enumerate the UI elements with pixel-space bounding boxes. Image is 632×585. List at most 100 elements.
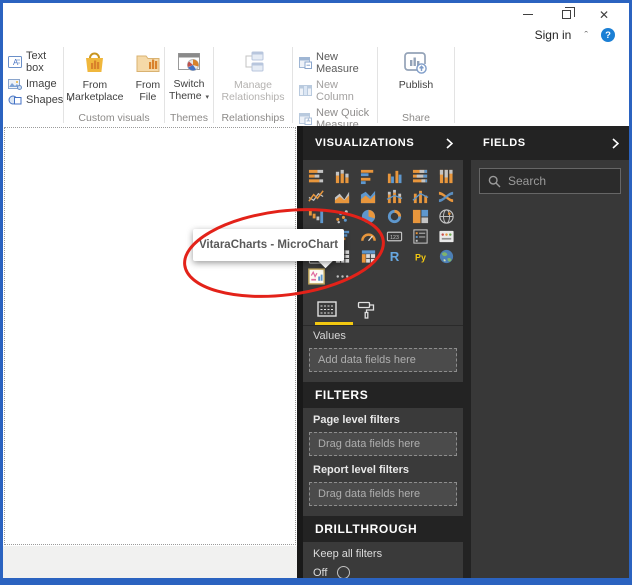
viz-kpi-icon[interactable] (438, 226, 464, 246)
viz-arcgis-map-icon[interactable] (438, 246, 464, 266)
marketplace-icon (81, 50, 109, 76)
filters-section-header: FILTERS (303, 382, 463, 408)
search-icon (488, 175, 501, 188)
viz-area-icon[interactable] (334, 186, 360, 206)
viz-more-options-icon[interactable] (334, 266, 360, 286)
close-button[interactable]: ✕ (597, 8, 611, 22)
new-quick-measure-icon (299, 113, 312, 125)
publish-label: Publish (398, 79, 434, 91)
pane-tabs (303, 296, 463, 323)
new-measure-button[interactable]: New Measure (299, 51, 377, 75)
report-level-filters-label: Report level filters (313, 464, 409, 476)
close-icon: ✕ (598, 7, 610, 22)
themes-group-label: Themes (170, 112, 208, 124)
text-box-button[interactable]: A Text box (8, 50, 63, 74)
values-label: Values (313, 330, 346, 342)
window-border (0, 578, 632, 585)
image-icon (8, 78, 22, 90)
collapse-pane-icon[interactable] (446, 137, 453, 149)
viz-map-icon[interactable] (438, 206, 464, 226)
manage-relationships-label: Manage Relationships (221, 79, 285, 104)
page-level-filters-label: Page level filters (313, 414, 400, 426)
fields-pane: FIELDS (471, 126, 632, 578)
from-marketplace-button[interactable]: From Marketplace (64, 44, 126, 104)
title-bar: ✕ (3, 3, 629, 26)
pane-divider[interactable] (463, 126, 471, 578)
minimize-icon (523, 14, 533, 15)
viz-slicer-icon[interactable] (412, 226, 438, 246)
toggle-state-label: Off (313, 566, 328, 579)
viz-waterfall-icon[interactable] (308, 206, 334, 226)
viz-python-icon[interactable]: Py (412, 246, 438, 266)
values-field-well[interactable]: Add data fields here (309, 348, 457, 372)
image-button[interactable]: Image (8, 78, 57, 90)
viz-stacked-column-icon[interactable] (334, 166, 360, 186)
help-icon[interactable]: ? (601, 28, 615, 42)
fields-title: FIELDS (483, 137, 526, 149)
page-filters-well[interactable]: Drag data fields here (309, 432, 457, 456)
new-measure-icon (299, 57, 312, 69)
window-border (0, 0, 3, 585)
ribbon-group-relationships: Manage Relationships Relationships (214, 44, 292, 126)
fields-search-box (479, 168, 632, 194)
dropdown-caret-icon: ▾ (205, 94, 210, 102)
textbox-icon: A (8, 56, 22, 68)
relationships-group-label: Relationships (221, 112, 285, 124)
collapse-ribbon-icon[interactable]: ˆ (584, 30, 588, 42)
from-file-button[interactable]: From File (132, 44, 164, 104)
viz-matrix-icon[interactable] (360, 246, 386, 266)
restore-icon (561, 7, 575, 19)
viz-line-stacked-column-icon[interactable] (386, 186, 412, 206)
shapes-label: Shapes (26, 94, 64, 106)
switch-theme-icon (176, 50, 202, 75)
text-box-label: Text box (26, 50, 47, 74)
viz-donut-icon[interactable] (386, 206, 412, 226)
viz-pie-icon[interactable] (360, 206, 386, 226)
publish-icon (402, 50, 429, 76)
ribbon-group-custom-visuals: From Marketplace From File Custom visual… (64, 44, 164, 126)
viz-ribbon-icon[interactable] (438, 186, 464, 206)
sign-in-button[interactable]: Sign in (535, 28, 572, 42)
viz-scatter-icon[interactable] (334, 206, 360, 226)
collapse-pane-icon[interactable] (612, 137, 619, 149)
custom-visuals-group-label: Custom visuals (78, 112, 150, 124)
report-filters-well[interactable]: Drag data fields here (309, 482, 457, 506)
ribbon-group-calculations: New Measure New Column New Quick Measure… (293, 44, 377, 144)
ribbon: A Text box Image Shapes ▾ From Marketpla… (3, 44, 629, 144)
viz-stacked-bar-icon[interactable] (308, 166, 334, 186)
search-input[interactable] (508, 174, 632, 188)
ribbon-separator (454, 47, 455, 123)
viz-card-icon[interactable]: 123 (386, 226, 412, 246)
viz-vitara-microchart-icon[interactable] (308, 266, 334, 286)
tab-fields[interactable] (317, 301, 339, 318)
viz-bar-100-icon[interactable] (412, 166, 438, 186)
viz-column-100-icon[interactable] (438, 166, 464, 186)
keep-all-filters-label: Keep all filters (313, 548, 383, 560)
viz-gauge-icon[interactable] (360, 226, 386, 246)
tab-format[interactable] (357, 301, 377, 319)
manage-relationships-button[interactable]: Manage Relationships (214, 44, 292, 104)
new-column-button[interactable]: New Column (299, 79, 377, 103)
report-canvas[interactable] (4, 127, 296, 545)
svg-text:R: R (390, 249, 400, 264)
from-file-label: From File (135, 79, 161, 104)
restore-button[interactable] (559, 7, 575, 22)
powerbi-window: ✕ Sign in ˆ ? A Text box Image Shapes ▾ (0, 0, 632, 585)
switch-theme-label: Switch Theme (168, 78, 205, 103)
viz-clustered-bar-icon[interactable] (360, 166, 386, 186)
divider (303, 325, 463, 326)
minimize-button[interactable] (521, 8, 535, 22)
viz-treemap-icon[interactable] (412, 206, 438, 226)
visualizations-header: VISUALIZATIONS (303, 126, 463, 160)
window-border (0, 0, 632, 3)
switch-theme-button[interactable]: Switch Theme ▾ (165, 44, 213, 103)
from-marketplace-label: From Marketplace (66, 79, 124, 104)
viz-clustered-column-icon[interactable] (386, 166, 412, 186)
viz-r-script-icon[interactable]: R (386, 246, 412, 266)
viz-stacked-area-icon[interactable] (360, 186, 386, 206)
viz-line-clustered-column-icon[interactable] (412, 186, 438, 206)
viz-line-icon[interactable] (308, 186, 334, 206)
insert-group-label (3, 111, 63, 126)
new-column-label: New Column (316, 79, 354, 103)
publish-button[interactable]: Publish (399, 44, 433, 91)
